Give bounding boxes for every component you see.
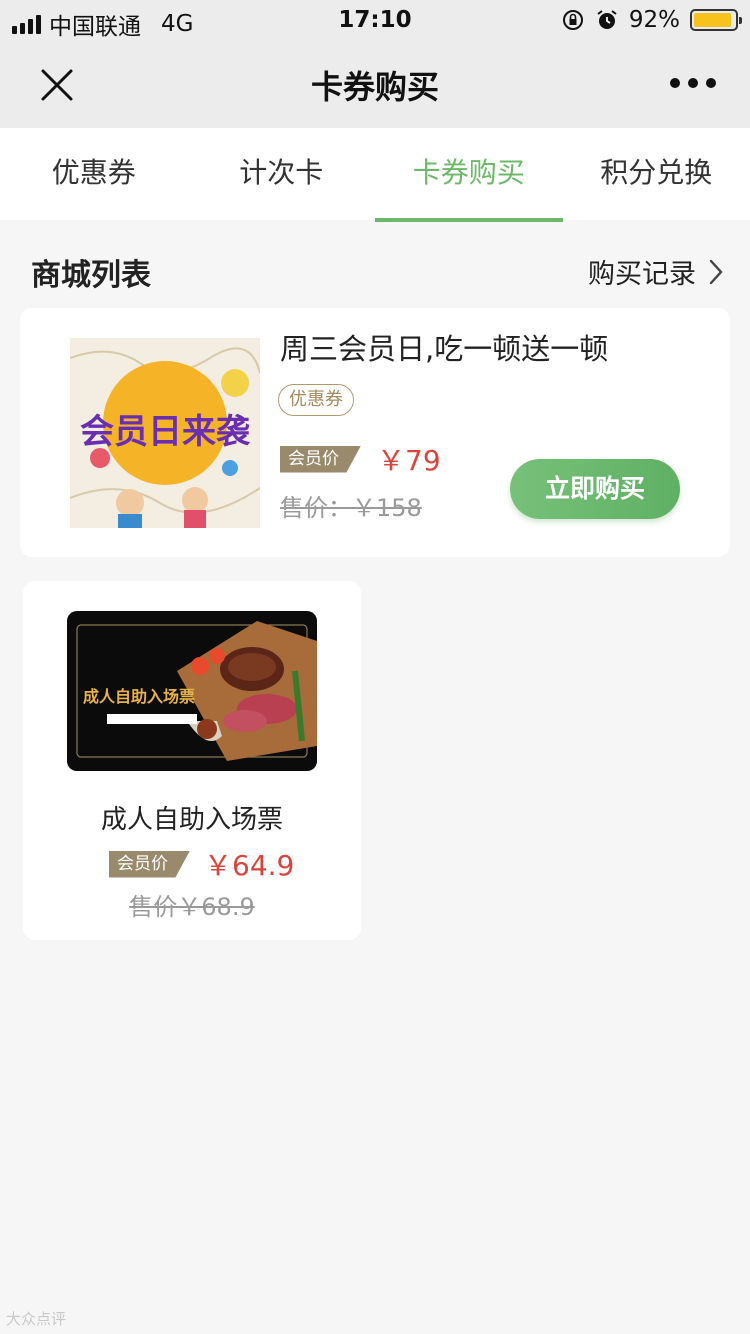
product-title: 成人自助入场票 — [100, 805, 283, 835]
page-title: 卡券购买 — [310, 68, 439, 106]
rotation-lock-icon — [562, 10, 583, 30]
status-right: 92% — [561, 7, 742, 33]
product-title: 周三会员日,吃一顿送一顿 — [280, 332, 609, 366]
alarm-icon — [597, 10, 617, 29]
purchase-record-link[interactable]: 购买记录 — [588, 252, 724, 291]
product-image: 成人自助入场票 — [67, 611, 317, 771]
coupon-tag: 优惠券 — [278, 384, 354, 416]
member-price-row: 会员价 ￥79 — [280, 439, 441, 479]
status-bar: 中国联通 4G 17:10 92% — [0, 0, 750, 42]
tab-coupons[interactable]: 优惠券 — [0, 128, 188, 220]
product-card[interactable]: 会员日来袭 周三会员日,吃一顿送一顿 优惠券 会员价 ￥79 售价：￥158 立… — [20, 308, 730, 557]
tab-points-exchange[interactable]: 积分兑换 — [563, 128, 750, 220]
battery-fill — [694, 13, 731, 27]
section-title: 商城列表 — [31, 258, 151, 293]
member-price-tag: 会员价 — [280, 445, 361, 473]
tab-count-cards[interactable]: 计次卡 — [188, 128, 376, 220]
battery-percent: 92% — [628, 7, 680, 33]
product-card[interactable]: 成人自助入场票 成人自助入场票 会员价 ￥64.9 售价￥68.9 — [23, 581, 361, 940]
nav-bar: 卡券购买 — [0, 42, 750, 128]
tab-bar: 优惠券 计次卡 卡券购买 积分兑换 — [0, 128, 750, 222]
tab-card-purchase[interactable]: 卡券购买 — [375, 128, 563, 222]
chevron-right-icon — [709, 259, 723, 284]
battery-icon — [690, 9, 742, 31]
original-price: 售价￥68.9 — [129, 893, 255, 921]
more-icon[interactable] — [670, 78, 716, 88]
product-image-text: 会员日来袭 — [80, 412, 251, 452]
member-price-row: 会员价 ￥64.9 — [109, 844, 294, 884]
purchase-record-label: 购买记录 — [588, 259, 696, 290]
member-price-tag: 会员价 — [109, 850, 190, 878]
original-price: 售价：￥158 — [280, 494, 422, 522]
product-image: 会员日来袭 — [70, 338, 260, 528]
member-price: ￥64.9 — [204, 849, 295, 882]
member-price: ￥79 — [377, 444, 441, 477]
watermark: 大众点评 — [6, 1310, 67, 1328]
product-image-text: 成人自助入场票 — [83, 687, 196, 706]
buy-now-button[interactable]: 立即购买 — [510, 459, 680, 519]
